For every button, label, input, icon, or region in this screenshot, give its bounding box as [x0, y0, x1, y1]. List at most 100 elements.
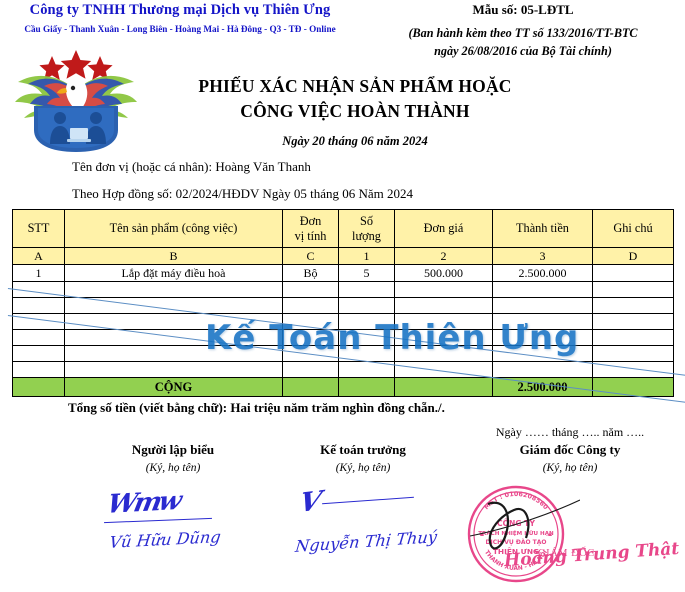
- cell-empty: [338, 297, 395, 314]
- signature-note-preparer: (Ký, họ tên): [145, 462, 201, 474]
- table-row-empty[interactable]: [12, 297, 674, 314]
- col-header-qty-l1: Số: [360, 213, 373, 228]
- cell-empty: [338, 361, 395, 378]
- col-header-price: Đơn giá: [394, 209, 493, 248]
- cell-empty: [12, 345, 65, 362]
- cell-empty: [492, 281, 593, 298]
- col-header-amount-l1: Thành tiền: [516, 221, 569, 236]
- cell-empty: [394, 329, 493, 346]
- signature-role-chief-accountant: Kế toán trưởng: [320, 442, 406, 457]
- col-header-unit: Đơn vị tính: [282, 209, 339, 248]
- table-row-empty[interactable]: [12, 329, 674, 346]
- cell-empty: [592, 297, 674, 314]
- cell-empty: [338, 313, 395, 330]
- cell-empty: [64, 345, 283, 362]
- cell-empty: [282, 329, 339, 346]
- signature-note-chief-accountant: (Ký, họ tên): [335, 462, 391, 474]
- total-blank-stt: [12, 377, 65, 397]
- signature-role-director: Giám đốc Công ty: [519, 442, 621, 457]
- cell-empty: [282, 313, 339, 330]
- signature-block-chief-accountant: Kế toán trưởng (Ký, họ tên): [268, 442, 458, 474]
- table-row[interactable]: 1 Lắp đặt máy điều hoà Bộ 5 500.000 2.50…: [12, 264, 674, 282]
- title-area: PHIẾU XÁC NHẬN SẢN PHẨM HOẶC CÔNG VIỆC H…: [120, 74, 590, 149]
- document-date: Ngày 20 tháng 06 năm 2024: [282, 133, 428, 148]
- cell-empty: [64, 281, 283, 298]
- cell-empty: [592, 329, 674, 346]
- col-header-price-l1: Đơn giá: [423, 221, 464, 236]
- table-row-empty[interactable]: [12, 313, 674, 330]
- col-code-1: 1: [338, 247, 395, 265]
- products-table-wrap: STT Tên sản phẩm (công việc) Đơn vị tính…: [12, 209, 674, 397]
- cell-price: 500.000: [394, 264, 493, 282]
- col-code-c: C: [282, 247, 339, 265]
- cell-empty: [64, 297, 283, 314]
- table-row-empty[interactable]: [12, 361, 674, 378]
- table-column-code-row: A B C 1 2 3 D: [12, 247, 674, 265]
- cell-empty: [394, 345, 493, 362]
- cell-unit: Bộ: [282, 264, 339, 282]
- col-code-b: B: [64, 247, 283, 265]
- form-issue-reference: (Ban hành kèm theo TT số 133/2016/TT-BTC…: [362, 25, 684, 60]
- col-header-note: Ghi chú: [592, 209, 674, 248]
- col-header-product-l1: Tên sản phẩm (công việc): [109, 221, 238, 236]
- col-header-unit-l1: Đơn: [299, 213, 322, 228]
- signature-role-preparer: Người lập biểu: [131, 442, 215, 457]
- cell-empty: [592, 281, 674, 298]
- table-row-empty[interactable]: [12, 345, 674, 362]
- col-header-note-l1: Ghi chú: [613, 221, 653, 236]
- cell-empty: [492, 297, 593, 314]
- form-issue-line-2: ngày 26/08/2016 của Bộ Tài chính): [434, 43, 612, 58]
- info-lines: Tên đơn vị (hoặc cá nhân): Hoàng Văn Tha…: [72, 160, 632, 214]
- col-header-qty: Số lượng: [338, 209, 395, 248]
- col-code-2: 2: [394, 247, 493, 265]
- total-blank-note: [592, 377, 674, 397]
- cell-empty: [394, 361, 493, 378]
- col-code-3: 3: [492, 247, 593, 265]
- table-total-row: CỘNG 2.500.000: [12, 377, 674, 397]
- cell-empty: [282, 361, 339, 378]
- cell-empty: [12, 329, 65, 346]
- total-amount-in-words: Tổng số tiền (viết bằng chữ): Hai triệu …: [68, 400, 445, 415]
- signature-block-director: Giám đốc Công ty (Ký, họ tên): [460, 442, 680, 474]
- cell-empty: [592, 361, 674, 378]
- cell-empty: [12, 281, 65, 298]
- cell-empty: [492, 345, 593, 362]
- cell-product-name: Lắp đặt máy điều hoà: [64, 264, 283, 282]
- company-branches: Cầu Giấy - Thanh Xuân - Long Biên - Hoàn…: [24, 24, 336, 34]
- page-title-line-2: CÔNG VIỆC HOÀN THÀNH: [240, 101, 470, 122]
- cell-stt: 1: [12, 264, 65, 282]
- cell-empty: [492, 313, 593, 330]
- form-code: Mẫu số: 05-LĐTL: [472, 2, 574, 17]
- cell-amount: 2.500.000: [492, 264, 593, 282]
- handwritten-scribble-director: [470, 499, 580, 550]
- cell-empty: [12, 313, 65, 330]
- cell-empty: [282, 297, 339, 314]
- company-name: Công ty TNHH Thương mại Dịch vụ Thiên Ưn…: [29, 2, 331, 18]
- signature-block-preparer: Người lập biểu (Ký, họ tên): [78, 442, 268, 474]
- total-blank-unit: [282, 377, 339, 397]
- cell-empty: [282, 345, 339, 362]
- cell-empty: [338, 329, 395, 346]
- cell-empty: [64, 329, 283, 346]
- cell-empty: [394, 297, 493, 314]
- cell-empty: [64, 361, 283, 378]
- cell-empty: [592, 313, 674, 330]
- page-title: PHIẾU XÁC NHẬN SẢN PHẨM HOẶC CÔNG VIỆC H…: [120, 74, 590, 125]
- col-header-unit-l2: vị tính: [294, 228, 327, 243]
- cell-empty: [394, 281, 493, 298]
- cell-empty: [492, 361, 593, 378]
- cell-empty: [282, 281, 339, 298]
- form-code-block: Mẫu số: 05-LĐTL (Ban hành kèm theo TT số…: [362, 2, 684, 60]
- col-header-stt-l1: STT: [27, 221, 50, 236]
- signature-columns: Người lập biểu (Ký, họ tên) Kế toán trưở…: [0, 442, 685, 592]
- page-title-line-1: PHIẾU XÁC NHẬN SẢN PHẨM HOẶC: [198, 76, 512, 96]
- table-header-row: STT Tên sản phẩm (công việc) Đơn vị tính…: [12, 209, 674, 248]
- col-header-product: Tên sản phẩm (công việc): [64, 209, 283, 248]
- signature-note-director: (Ký, họ tên): [542, 462, 598, 474]
- products-table: STT Tên sản phẩm (công việc) Đơn vị tính…: [12, 209, 674, 397]
- table-row-empty[interactable]: [12, 281, 674, 298]
- total-label: CỘNG: [64, 377, 283, 397]
- cell-empty: [12, 297, 65, 314]
- cell-empty: [12, 361, 65, 378]
- total-amount: 2.500.000: [492, 377, 593, 397]
